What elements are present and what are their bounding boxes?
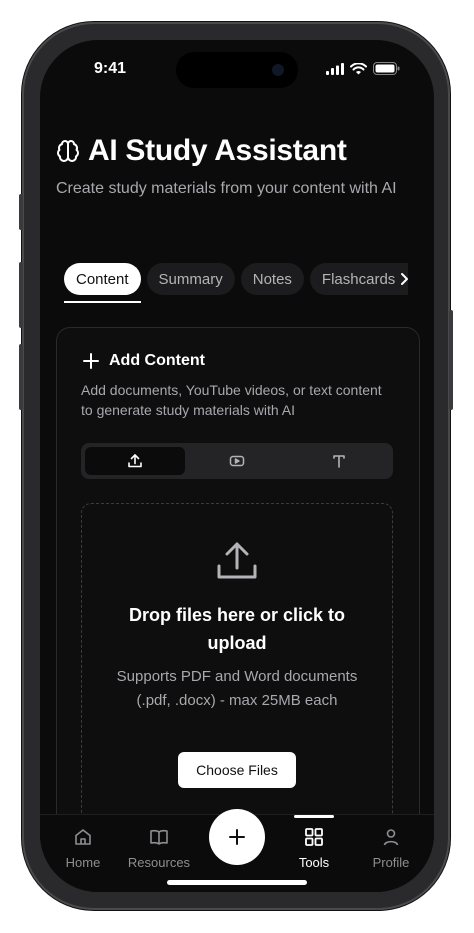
active-tab-indicator <box>64 301 141 303</box>
card-description: Add documents, YouTube videos, or text c… <box>81 382 382 418</box>
upload-tab[interactable] <box>85 447 185 475</box>
upload-icon <box>128 454 142 468</box>
volume-up-button <box>19 262 23 328</box>
dropzone-title: Drop files here or click to upload <box>128 605 346 653</box>
book-icon <box>150 829 168 845</box>
nav-profile-label: Profile <box>372 855 410 870</box>
page-header: AI Study Assistant Create study material… <box>56 134 418 200</box>
tab-content[interactable]: Content <box>64 263 141 295</box>
dropzone-subtitle: Supports PDF and Word documents (.pdf, .… <box>116 668 358 709</box>
power-button <box>449 310 453 410</box>
status-time: 9:41 <box>94 60 127 77</box>
choose-files-button[interactable]: Choose Files <box>178 752 296 788</box>
source-type-selector <box>81 443 393 479</box>
app-screen: 9:41 AI Study Assistant Create study mat… <box>40 40 434 892</box>
battery-icon <box>373 62 400 75</box>
plus-icon <box>229 829 245 845</box>
nav-tools-label: Tools <box>298 855 330 870</box>
camera-icon <box>272 64 284 76</box>
status-icons <box>326 62 400 75</box>
brain-icon <box>57 140 79 162</box>
nav-resources-label: Resources <box>127 855 191 870</box>
nav-resources[interactable]: Resources <box>124 827 194 870</box>
signal-icon <box>326 62 344 75</box>
card-title: Add Content <box>109 352 205 369</box>
wifi-icon <box>350 62 367 74</box>
text-tab[interactable] <box>289 447 389 475</box>
nav-home-label: Home <box>65 855 101 870</box>
nav-profile[interactable]: Profile <box>356 827 426 870</box>
tab-summary[interactable]: Summary <box>146 263 235 295</box>
plus-icon <box>83 353 99 369</box>
action-button <box>19 194 23 230</box>
home-indicator <box>167 880 307 885</box>
status-bar: 9:41 <box>40 40 434 96</box>
user-icon <box>383 829 399 846</box>
file-dropzone[interactable]: Drop files here or click to upload Suppo… <box>81 503 393 845</box>
nav-home[interactable]: Home <box>48 827 118 870</box>
chevron-right-icon <box>401 273 408 285</box>
nav-tools[interactable]: Tools <box>279 827 349 870</box>
page-subtitle: Create study materials from your content… <box>56 180 397 197</box>
youtube-tab[interactable] <box>187 447 287 475</box>
upload-icon <box>217 542 257 579</box>
grid-icon <box>305 828 323 846</box>
text-icon <box>333 455 345 468</box>
page-title: AI Study Assistant <box>88 134 347 167</box>
tabs-scroll-right-button[interactable] <box>392 263 416 295</box>
video-icon <box>229 455 245 467</box>
volume-down-button <box>19 344 23 410</box>
dynamic-island <box>176 52 298 88</box>
tab-bar: Content Summary Notes Flashcards <box>64 263 408 295</box>
tab-notes[interactable]: Notes <box>240 263 304 295</box>
add-fab-button[interactable] <box>209 809 265 865</box>
active-nav-indicator <box>294 815 334 818</box>
home-icon <box>75 829 91 845</box>
add-content-card: Add Content Add documents, YouTube video… <box>56 327 420 889</box>
